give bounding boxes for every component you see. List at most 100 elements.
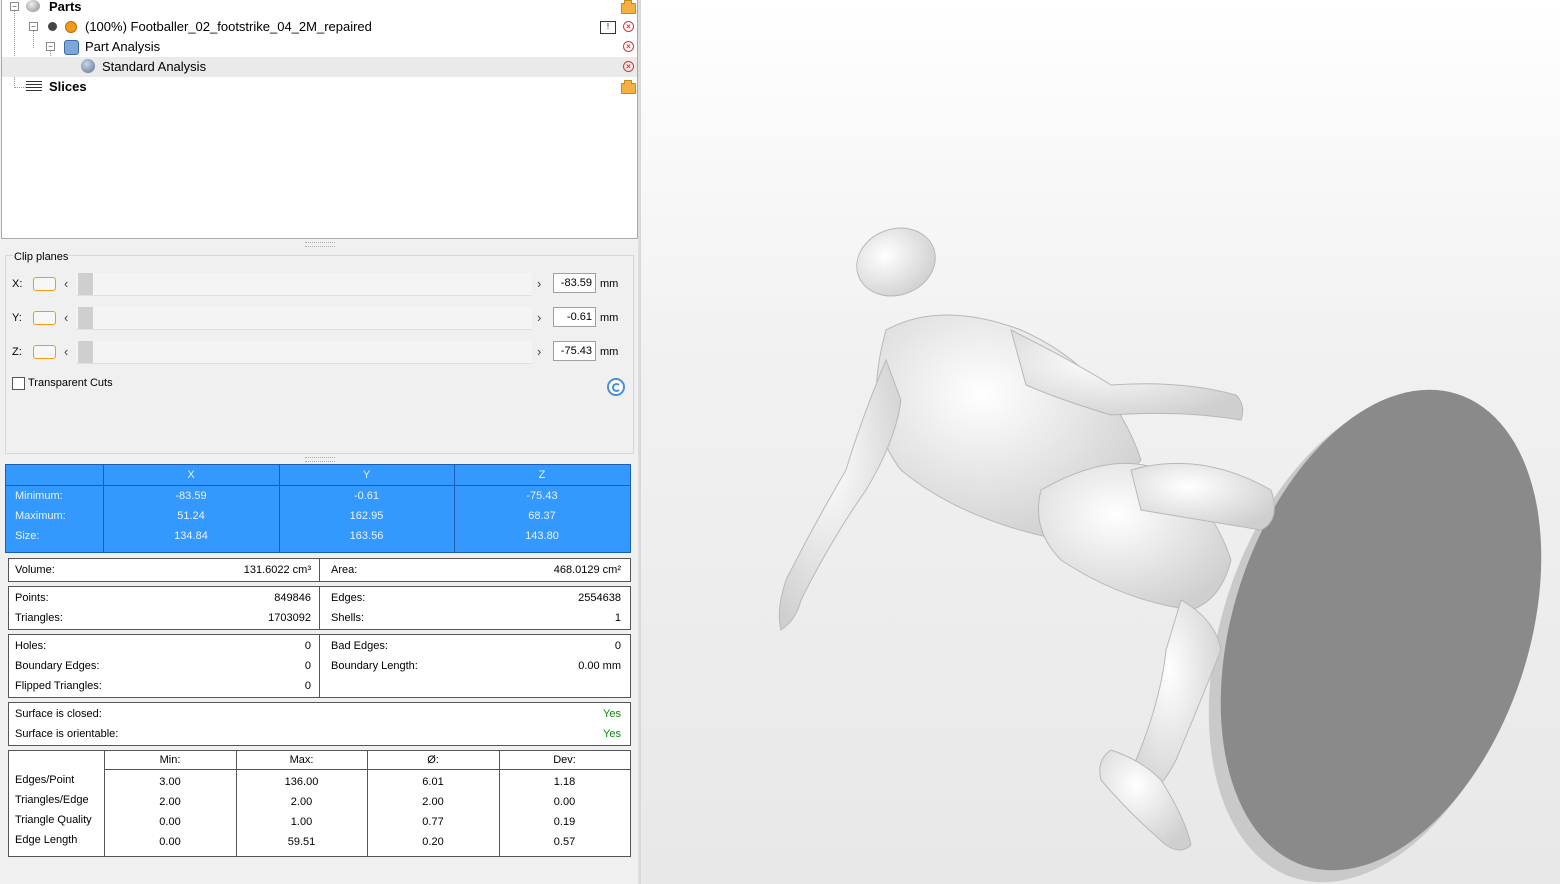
clip-planes-title: Clip planes [13, 251, 70, 263]
stats-cell: 0.00 [159, 836, 181, 848]
clip-x-input[interactable]: -83.59 [553, 273, 596, 293]
tree-row-slices[interactable]: Slices [2, 77, 637, 97]
holes-label: Holes: [15, 640, 47, 652]
stats-header-min: Min: [159, 754, 181, 766]
standard-analysis-label: Standard Analysis [102, 59, 207, 74]
chevron-left-icon[interactable]: ‹ [64, 276, 68, 291]
stats-cell: 1.18 [553, 776, 576, 788]
close-icon[interactable]: × [623, 61, 634, 72]
stats-cell: 59.51 [287, 836, 316, 848]
stats-cell: 2.00 [422, 796, 444, 808]
clip-z-toggle[interactable] [33, 345, 56, 359]
parts-label: Parts [49, 0, 82, 14]
clip-y-toggle[interactable] [33, 311, 56, 325]
chevron-right-icon[interactable]: › [537, 276, 541, 291]
chevron-left-icon[interactable]: ‹ [64, 344, 68, 359]
bounds-row-label: Maximum: [15, 510, 66, 522]
open-folder-icon[interactable] [621, 80, 636, 94]
splitter-handle[interactable] [305, 242, 335, 247]
tree-row-parts[interactable]: − Parts [2, 0, 637, 17]
part-dot-icon [48, 22, 57, 31]
clip-y-input[interactable]: -0.61 [553, 307, 596, 327]
bounds-row-label: Size: [15, 530, 40, 542]
bounds-cell: 163.56 [349, 530, 384, 542]
analysis-panel: − Parts − (100%) Footballer_02_footstrik… [0, 0, 642, 884]
bad-edges-value: 0 [614, 640, 621, 652]
chevron-right-icon[interactable]: › [537, 310, 541, 325]
parts-icon [26, 0, 40, 12]
slices-icon [26, 81, 42, 92]
footballer-figure [778, 227, 1275, 851]
flipped-triangles-label: Flipped Triangles: [15, 680, 102, 692]
boundary-length-value: 0.00 mm [578, 660, 621, 672]
surface-orientable-label: Surface is orientable: [15, 728, 119, 740]
stats-cell: 0.00 [159, 816, 181, 828]
part-analysis-label: Part Analysis [85, 39, 161, 54]
bounds-table[interactable]: X Y Z Minimum: -83.59 -0.61 -75.43 Maxim… [5, 464, 631, 553]
surface-closed-value: Yes [603, 708, 621, 720]
clip-x-unit: mm [600, 278, 619, 290]
clip-x-toggle[interactable] [33, 277, 56, 291]
stats-cell: 0.20 [422, 836, 444, 848]
chevron-right-icon[interactable]: › [537, 344, 541, 359]
stats-row-label: Edge Length [15, 834, 78, 846]
points-label: Points: [15, 592, 49, 604]
stats-cell: 2.00 [290, 796, 313, 808]
points-value: 849846 [274, 592, 311, 604]
tree-row-part[interactable]: − (100%) Footballer_02_footstrike_04_2M_… [2, 17, 637, 37]
triangles-label: Triangles: [15, 612, 63, 624]
model-render [778, 227, 1542, 883]
triangles-value: 1703092 [268, 612, 311, 624]
eye-icon[interactable] [65, 21, 77, 33]
bounds-cell: 68.37 [528, 510, 556, 522]
bounds-cell: 51.24 [177, 510, 205, 522]
surface-orientable-value: Yes [603, 728, 621, 740]
boundary-edges-label: Boundary Edges: [15, 660, 100, 672]
stats-header-avg: Ø: [427, 754, 439, 766]
transparent-cuts-label: Transparent Cuts [28, 377, 113, 389]
axis-x-label: X: [12, 278, 23, 290]
edges-value: 2554638 [578, 592, 621, 604]
mesh-stats-box: Points: 849846 Triangles: 1703092 Edges:… [8, 586, 631, 630]
close-icon[interactable]: × [623, 41, 634, 52]
clip-z-slider[interactable] [76, 341, 532, 364]
surface-box: Surface is closed: Yes Surface is orient… [8, 702, 631, 746]
stats-cell: 2.00 [159, 796, 181, 808]
slices-label: Slices [49, 79, 87, 94]
clip-z-input[interactable]: -75.43 [553, 341, 596, 361]
tree-row-standard-analysis[interactable]: Standard Analysis × [2, 57, 637, 77]
stats-cell: 0.19 [553, 816, 576, 828]
reset-icon[interactable] [607, 378, 625, 396]
area-label: Area: [331, 564, 358, 576]
chevron-left-icon[interactable]: ‹ [64, 310, 68, 325]
stats-header-dev: Dev: [553, 754, 576, 766]
errors-box: Holes: 0 Boundary Edges: 0 Flipped Trian… [8, 634, 631, 698]
bad-edges-label: Bad Edges: [331, 640, 388, 652]
collapse-icon[interactable]: − [46, 42, 55, 51]
boundary-edges-value: 0 [304, 660, 311, 672]
base-disc [1208, 389, 1542, 883]
part-info-icon[interactable]: ! [600, 21, 616, 34]
stats-cell: 3.00 [159, 776, 181, 788]
collapse-icon[interactable]: − [10, 2, 19, 11]
clip-y-slider-thumb[interactable] [78, 307, 93, 329]
area-value: 468.0129 cm² [553, 564, 621, 576]
clip-y-slider[interactable] [76, 307, 532, 330]
clip-z-slider-thumb[interactable] [78, 341, 93, 363]
3d-viewport[interactable] [640, 0, 1560, 884]
surface-closed-label: Surface is closed: [15, 708, 102, 720]
close-icon[interactable]: × [623, 21, 634, 32]
clip-x-slider-thumb[interactable] [78, 273, 93, 295]
tree-row-part-analysis[interactable]: − Part Analysis × [2, 37, 637, 57]
open-folder-icon[interactable] [621, 0, 636, 14]
parts-tree: − Parts − (100%) Footballer_02_footstrik… [1, 0, 638, 239]
bounds-cell: -0.61 [353, 490, 380, 502]
stats-cell: 1.00 [290, 816, 313, 828]
stats-row-label: Triangles/Edge [15, 794, 89, 806]
bounds-cell: 134.84 [174, 530, 208, 542]
volume-area-box: Volume: 131.6022 cm³ Area: 468.0129 cm² [8, 558, 631, 582]
collapse-icon[interactable]: − [29, 22, 38, 31]
splitter-handle[interactable] [305, 457, 335, 462]
transparent-cuts-checkbox[interactable] [12, 377, 25, 390]
clip-x-slider[interactable] [76, 273, 532, 296]
